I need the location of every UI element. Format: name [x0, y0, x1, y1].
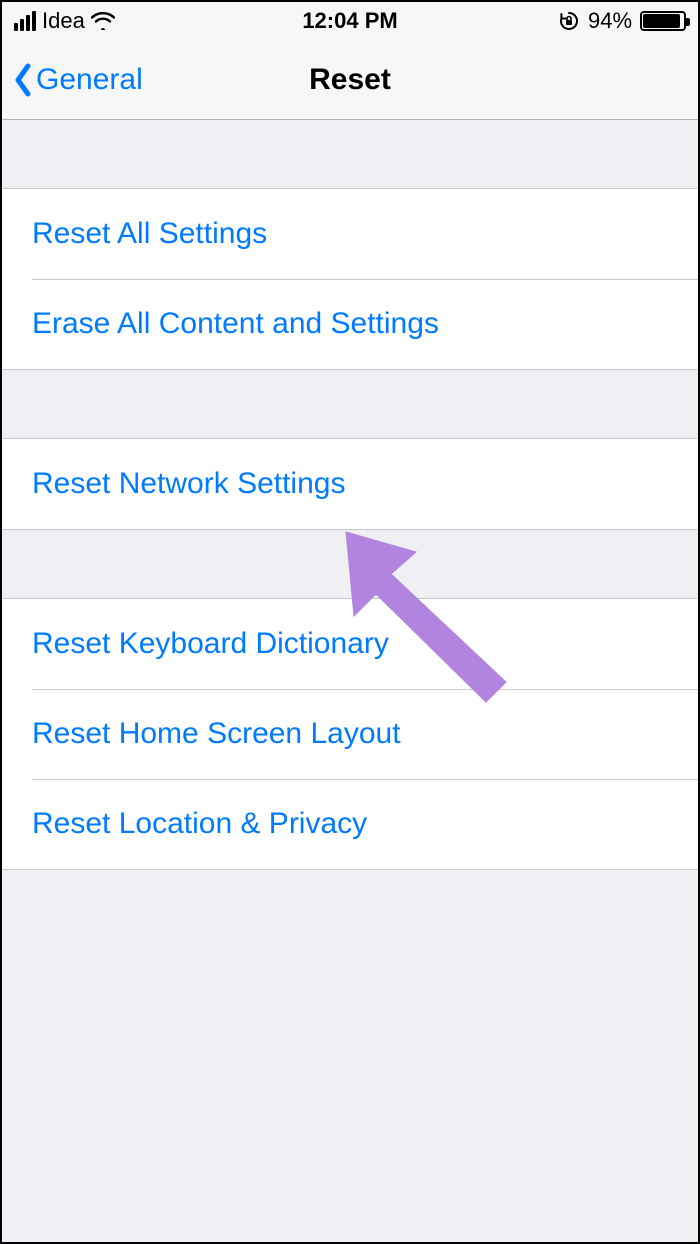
row-label: Reset Location & Privacy [32, 807, 367, 841]
carrier-label: Idea [42, 8, 85, 34]
back-label: General [36, 63, 143, 97]
nav-bar: General Reset [2, 40, 698, 120]
status-right: 94% [398, 8, 686, 34]
group-spacer [2, 370, 698, 438]
reset-home-screen-layout-row[interactable]: Reset Home Screen Layout [2, 689, 698, 779]
group-spacer [2, 530, 698, 598]
status-bar: Idea 12:04 PM 94% [2, 2, 698, 40]
row-label: Reset All Settings [32, 217, 267, 251]
reset-location-privacy-row[interactable]: Reset Location & Privacy [2, 779, 698, 869]
reset-network-settings-row[interactable]: Reset Network Settings [2, 439, 698, 529]
row-label: Reset Home Screen Layout [32, 717, 401, 751]
wifi-icon [91, 12, 115, 30]
battery-percentage: 94% [588, 8, 632, 34]
orientation-lock-icon [558, 10, 580, 32]
chevron-left-icon [12, 62, 34, 98]
status-left: Idea [14, 8, 302, 34]
back-button[interactable]: General [12, 62, 143, 98]
reset-keyboard-dictionary-row[interactable]: Reset Keyboard Dictionary [2, 599, 698, 689]
erase-all-content-row[interactable]: Erase All Content and Settings [2, 279, 698, 369]
reset-group-3: Reset Keyboard Dictionary Reset Home Scr… [2, 598, 698, 870]
battery-icon [640, 11, 686, 31]
reset-group-2: Reset Network Settings [2, 438, 698, 530]
row-label: Erase All Content and Settings [32, 307, 439, 341]
group-spacer [2, 120, 698, 188]
cellular-signal-icon [14, 11, 36, 31]
row-label: Reset Keyboard Dictionary [32, 627, 389, 661]
reset-group-1: Reset All Settings Erase All Content and… [2, 188, 698, 370]
reset-all-settings-row[interactable]: Reset All Settings [2, 189, 698, 279]
status-time: 12:04 PM [302, 8, 397, 34]
row-label: Reset Network Settings [32, 467, 345, 501]
